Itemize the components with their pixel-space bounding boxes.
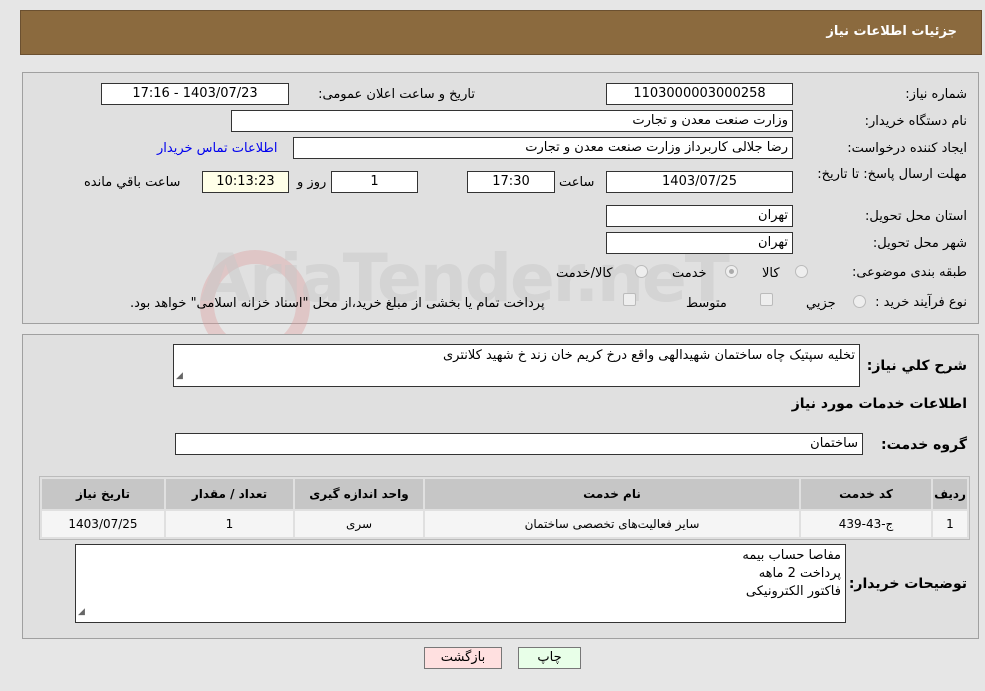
process-radio-medium[interactable] <box>760 293 773 306</box>
table-header-row: ردیف کد خدمت نام خدمت واحد اندازه گیری ت… <box>42 479 967 509</box>
province-field: تهران <box>606 205 793 227</box>
table-row: 1 ج-43-439 سایر فعالیت‌های تخصصی ساختمان… <box>42 511 967 537</box>
remaining-time-field: 10:13:23 <box>202 171 289 193</box>
services-table: ردیف کد خدمت نام خدمت واحد اندازه گیری ت… <box>40 477 969 539</box>
announce-label: تاریخ و ساعت اعلان عمومی: <box>318 87 475 102</box>
category-radio-goods[interactable] <box>795 265 808 278</box>
summary-label: شرح کلي نیاز: <box>866 358 967 374</box>
category-radio-goods-service[interactable] <box>635 265 648 278</box>
col-date: تاریخ نیاز <box>42 479 164 509</box>
deadline-date-field: 1403/07/25 <box>606 171 793 193</box>
page-title: جزئیات اطلاعات نیاز <box>826 24 957 39</box>
page-header: جزئیات اطلاعات نیاز <box>20 10 982 55</box>
need-number-label: شماره نیاز: <box>905 87 967 102</box>
col-row: ردیف <box>933 479 967 509</box>
time-label: ساعت <box>559 175 595 190</box>
process-option-medium: متوسط <box>686 296 727 311</box>
back-button[interactable]: بازگشت <box>424 647 502 669</box>
creator-label: ایجاد کننده درخواست: <box>847 141 967 156</box>
process-note: پرداخت تمام یا بخشی از مبلغ خرید،از محل … <box>130 296 545 311</box>
services-title: اطلاعات خدمات مورد نیاز <box>791 396 967 412</box>
deadline-time-field: 17:30 <box>467 171 555 193</box>
treasury-checkbox[interactable] <box>623 293 636 306</box>
print-button[interactable]: چاپ <box>518 647 581 669</box>
notes-line: فاکتور الکترونیکی <box>745 584 841 599</box>
announce-field: 1403/07/23 - 17:16 <box>101 83 289 105</box>
buyer-org-field: وزارت صنعت معدن و تجارت <box>231 110 793 132</box>
city-field: تهران <box>606 232 793 254</box>
category-option-goods: کالا <box>762 266 780 281</box>
summary-text: تخلیه سپتیک چاه ساختمان شهیدالهی واقع در… <box>442 348 855 363</box>
col-qty: تعداد / مقدار <box>166 479 293 509</box>
notes-line: مفاصا حساب بیمه <box>742 548 841 563</box>
col-unit: واحد اندازه گیری <box>295 479 423 509</box>
cell-code: ج-43-439 <box>801 511 931 537</box>
cell-name: سایر فعالیت‌های تخصصی ساختمان <box>425 511 799 537</box>
days-field: 1 <box>331 171 418 193</box>
col-code: کد خدمت <box>801 479 931 509</box>
services-table-wrap: ردیف کد خدمت نام خدمت واحد اندازه گیری ت… <box>39 476 970 540</box>
notes-label: توضیحات خریدار: <box>848 576 967 592</box>
group-label: گروه خدمت: <box>881 437 967 453</box>
category-label: طبقه بندی موضوعی: <box>851 265 967 280</box>
col-name: نام خدمت <box>425 479 799 509</box>
process-radio-minor[interactable] <box>853 295 866 308</box>
category-radio-service[interactable] <box>725 265 738 278</box>
group-field: ساختمان <box>175 433 863 455</box>
deadline-label: مهلت ارسال پاسخ: تا تاریخ: <box>817 167 967 182</box>
notes-line: پرداخت 2 ماهه <box>758 566 841 581</box>
days-label: روز و <box>297 175 327 190</box>
city-label: شهر محل تحویل: <box>872 236 967 251</box>
process-label: نوع فرآیند خرید : <box>875 295 967 310</box>
category-option-service: خدمت <box>672 266 707 281</box>
buyer-org-label: نام دستگاه خریدار: <box>864 114 967 129</box>
province-label: استان محل تحویل: <box>865 209 967 224</box>
need-number-field: 1103000003000258 <box>606 83 793 105</box>
process-option-minor: جزیي <box>806 296 836 311</box>
buyer-contact-link[interactable]: اطلاعات تماس خریدار <box>157 141 277 156</box>
creator-field: رضا جلالی کاربرداز وزارت صنعت معدن و تجا… <box>293 137 793 159</box>
cell-unit: سری <box>295 511 423 537</box>
cell-qty: 1 <box>166 511 293 537</box>
cell-row: 1 <box>933 511 967 537</box>
notes-textarea[interactable]: مفاصا حساب بیمه پرداخت 2 ماهه فاکتور الک… <box>75 544 846 623</box>
summary-textarea[interactable]: تخلیه سپتیک چاه ساختمان شهیدالهی واقع در… <box>173 344 860 387</box>
remaining-label: ساعت باقي مانده <box>84 175 181 190</box>
cell-date: 1403/07/25 <box>42 511 164 537</box>
category-option-goods-service: کالا/خدمت <box>556 266 613 281</box>
